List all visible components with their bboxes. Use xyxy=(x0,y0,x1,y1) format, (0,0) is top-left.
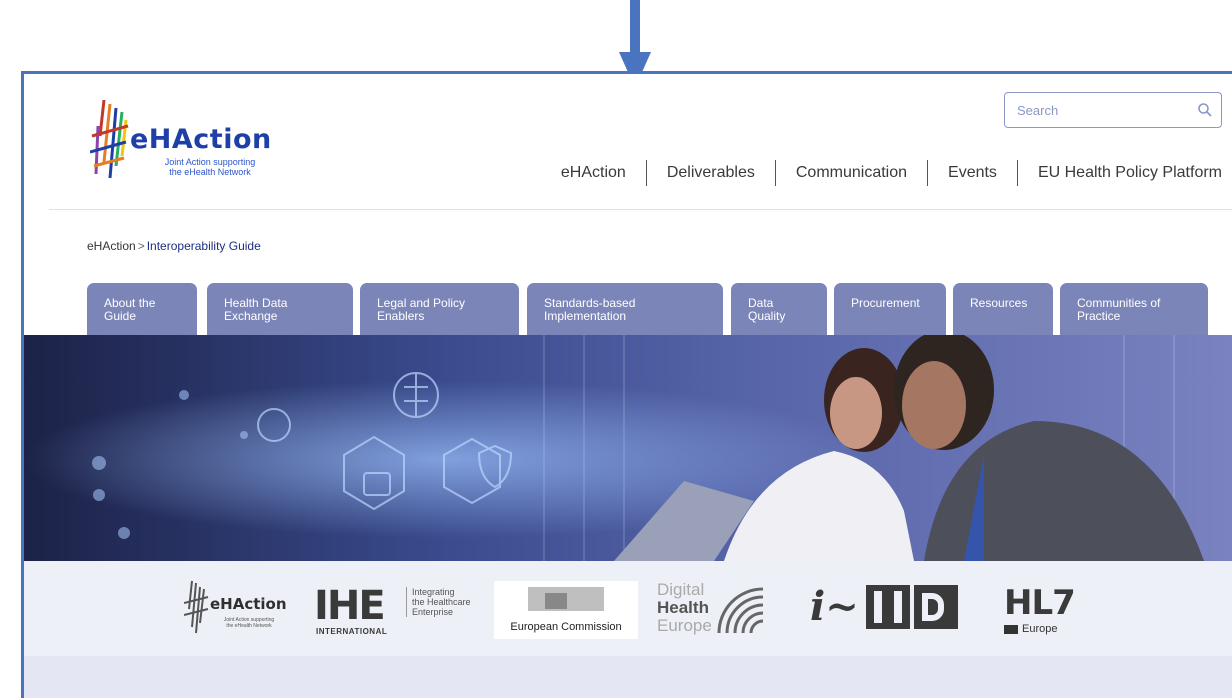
partner-dhe-line: Europe xyxy=(657,616,712,635)
nav-item-events[interactable]: Events xyxy=(927,160,1017,186)
tab-label: Practice xyxy=(1077,309,1121,323)
partner-ehaction-subtitle: Joint Action supporting the eHealth Netw… xyxy=(214,617,284,629)
ehaction-logo-mark-icon xyxy=(90,99,129,179)
partner-hl7-name: HL7 xyxy=(1004,583,1076,623)
breadcrumb-current[interactable]: Interoperability Guide xyxy=(147,239,261,253)
search-input[interactable] xyxy=(1005,93,1185,127)
ehaction-logo[interactable]: eHAction Joint Action supporting the eHe… xyxy=(90,96,290,186)
nav-item-deliverables[interactable]: Deliverables xyxy=(645,160,775,186)
logo-subtitle: Joint Action supporting the eHealth Netw… xyxy=(150,157,270,177)
partner-logo-hl7-europe[interactable]: HL7 Europe xyxy=(1004,583,1094,643)
partner-desc-line: Enterprise xyxy=(412,607,454,617)
tab-data-quality[interactable]: Data Quality xyxy=(731,283,827,335)
tab-communities-of-practice[interactable]: Communities of Practice xyxy=(1060,283,1208,335)
tab-label: Procurement xyxy=(851,296,920,310)
tab-procurement[interactable]: Procurement xyxy=(834,283,946,335)
logo-subtitle-line: the eHealth Network xyxy=(169,167,251,177)
partner-logo-digital-health-europe[interactable]: Digital Health Europe xyxy=(657,581,777,641)
tab-label: Resources xyxy=(970,296,1028,310)
ihd-h-block-icon xyxy=(866,585,910,629)
logo-title: eHAction xyxy=(130,124,272,155)
partner-ihd-prefix: i~ xyxy=(810,583,859,630)
breadcrumb-root-link[interactable]: eHAction xyxy=(87,239,136,253)
main-nav: eHAction Deliverables Communication Even… xyxy=(541,160,1222,186)
partner-logo-ihe[interactable]: IHE INTERNATIONAL Integrating the Health… xyxy=(314,583,494,643)
partner-logo-i-hd[interactable]: i~ HD xyxy=(810,583,990,635)
nav-item-eu-health-policy-platform[interactable]: EU Health Policy Platform xyxy=(1016,160,1222,186)
partner-ihe-name: IHE xyxy=(314,583,386,629)
partner-desc-line: the Healthcare xyxy=(412,597,471,607)
tab-standards-based-implementation[interactable]: Standards-based Implementation xyxy=(527,283,723,335)
search-box xyxy=(1004,92,1222,128)
ehaction-mark-icon xyxy=(184,580,209,634)
header-divider xyxy=(49,209,1232,210)
partner-ihe-international: INTERNATIONAL xyxy=(316,627,388,636)
hl7-flag-icon xyxy=(1004,625,1018,634)
content-band xyxy=(24,656,1232,698)
search-icon[interactable] xyxy=(1197,102,1213,118)
tab-label: Exchange xyxy=(224,309,278,323)
tab-label: Guide xyxy=(104,309,137,323)
signal-waves-icon xyxy=(717,587,764,634)
tab-label: Quality xyxy=(748,309,786,323)
hero-illustration xyxy=(24,335,1232,561)
breadcrumb: eHAction > Interoperability Guide xyxy=(87,239,261,253)
site-header: eHAction Joint Action supporting the eHe… xyxy=(24,74,1232,210)
partner-logo-european-commission[interactable]: European Commission xyxy=(494,581,638,639)
tab-health-data-exchange[interactable]: Health Data Exchange xyxy=(207,283,353,335)
nav-item-communication[interactable]: Communication xyxy=(774,160,927,186)
partner-hl7-sub: Europe xyxy=(1022,623,1058,635)
partner-dhe-line: Health xyxy=(657,598,709,617)
tab-label: Implementation xyxy=(544,309,627,323)
breadcrumb-separator: > xyxy=(137,239,145,253)
partner-ec-name: European Commission xyxy=(510,621,622,633)
logo-subtitle-line: Joint Action supporting xyxy=(164,157,256,167)
partner-logos-band: eHAction Joint Action supporting the eHe… xyxy=(24,561,1232,656)
tab-about-the-guide[interactable]: About the Guide xyxy=(87,283,197,335)
partner-desc-line: Integrating xyxy=(412,587,455,597)
eu-flag-icon xyxy=(545,593,567,609)
hero-image xyxy=(24,335,1232,561)
nav-item-ehaction[interactable]: eHAction xyxy=(541,160,646,186)
partner-logo-ehaction[interactable]: eHAction Joint Action supporting the eHe… xyxy=(184,579,294,639)
tab-label: Enablers xyxy=(377,309,425,323)
partner-dhe-line: Digital xyxy=(657,580,705,599)
tab-legal-and-policy-enablers[interactable]: Legal and Policy Enablers xyxy=(360,283,519,335)
partner-subtitle-line: the eHealth Network xyxy=(226,623,272,629)
partner-ihe-description: Integrating the Healthcare Enterprise xyxy=(406,587,486,617)
partner-ehaction-name: eHAction xyxy=(210,595,287,613)
ihd-d-block-icon xyxy=(914,585,958,629)
tab-resources[interactable]: Resources xyxy=(953,283,1053,335)
browser-frame: eHAction Joint Action supporting the eHe… xyxy=(21,71,1232,698)
